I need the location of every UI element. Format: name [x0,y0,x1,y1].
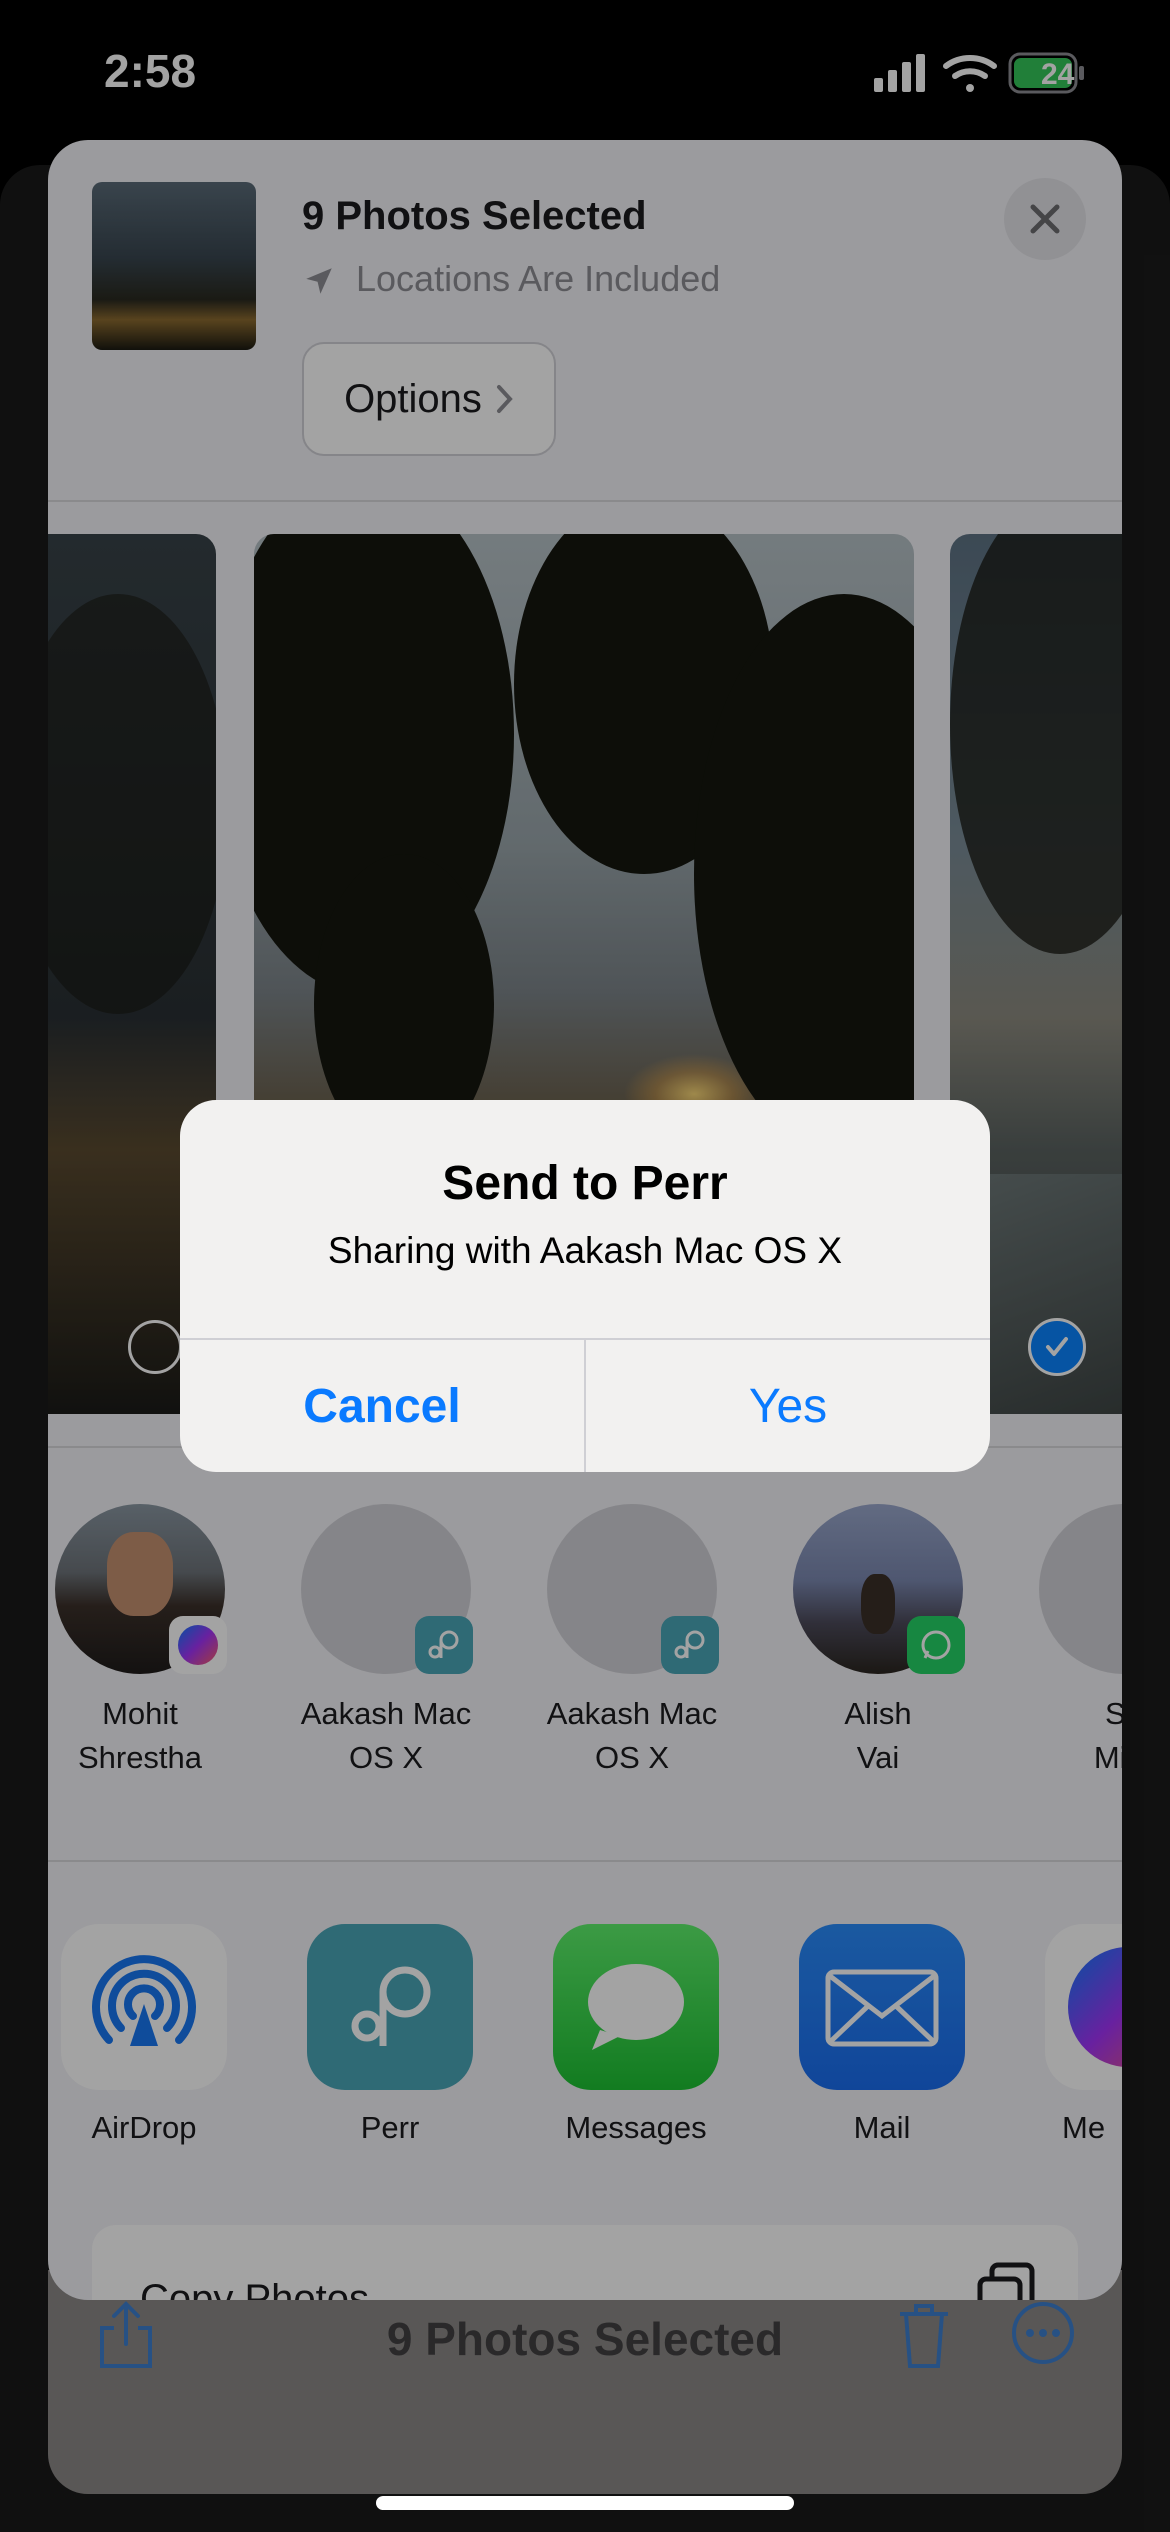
yes-button[interactable]: Yes [586,1340,990,1472]
confirmation-alert: Send to Perr Sharing with Aakash Mac OS … [180,1100,990,1472]
cancel-button[interactable]: Cancel [180,1340,584,1472]
home-indicator [376,2496,794,2510]
alert-message: Sharing with Aakash Mac OS X [327,1230,843,1271]
alert-title: Send to Perr [442,1157,728,1210]
